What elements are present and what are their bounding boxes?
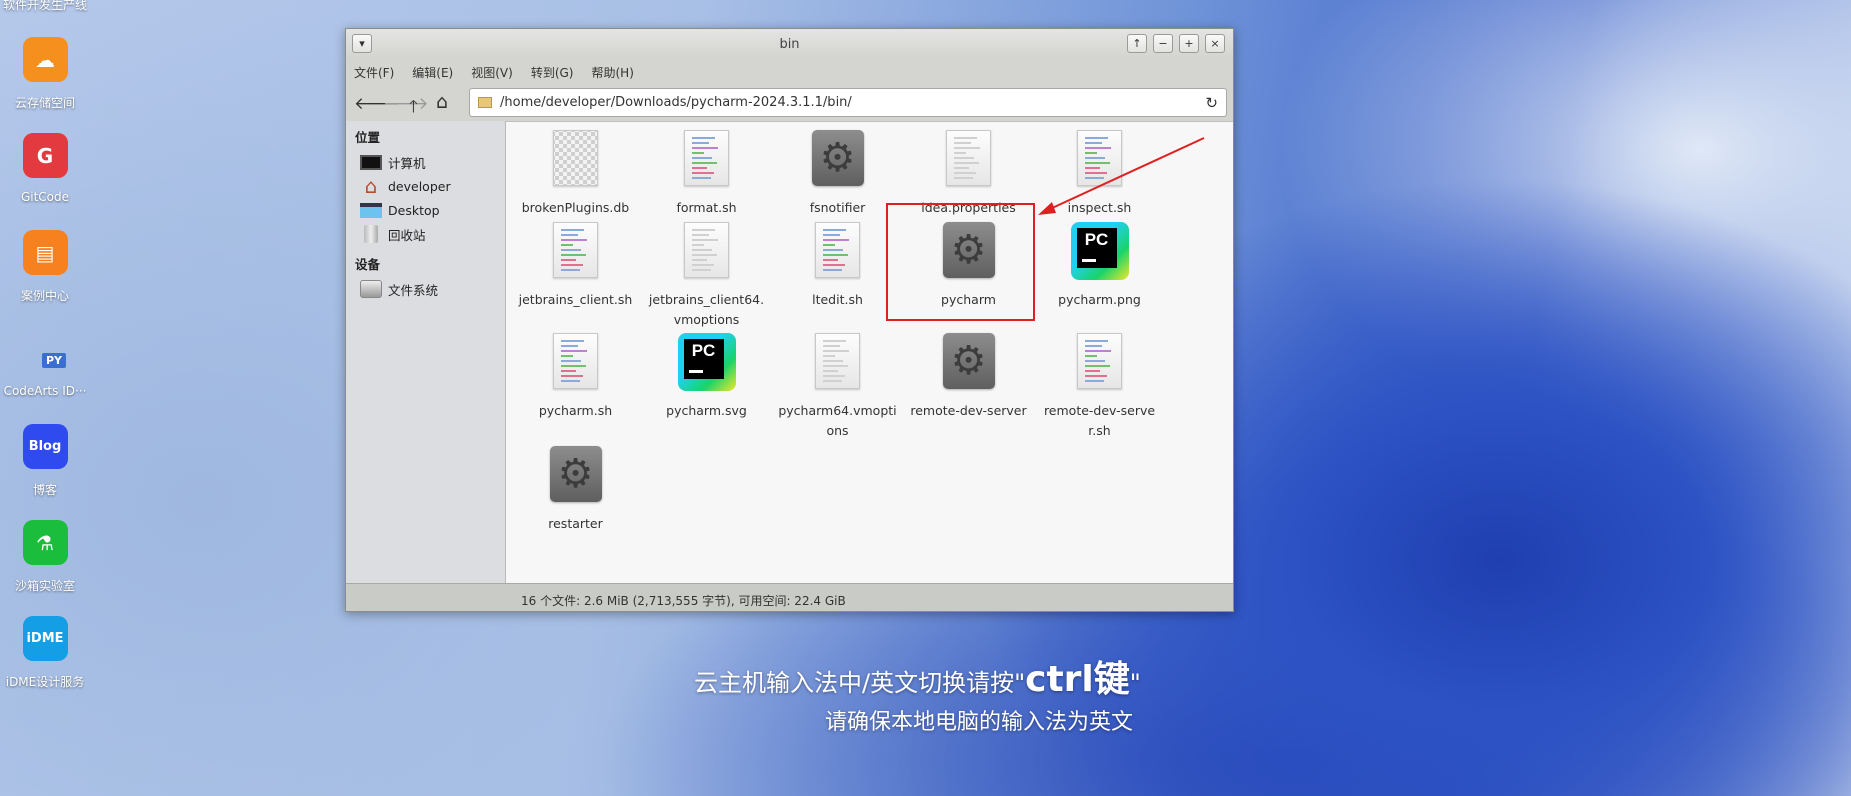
hint-key: ctrl键 (1025, 659, 1130, 700)
hint-text: " (1129, 669, 1141, 697)
input-method-hint-2: 请确保本地电脑的输入法为英文 (825, 710, 1134, 735)
input-method-hint: 云主机输入法中/英文切换请按"ctrl键" (694, 650, 1141, 702)
hint-text: 云主机输入法中/英文切换请按" (694, 669, 1026, 697)
